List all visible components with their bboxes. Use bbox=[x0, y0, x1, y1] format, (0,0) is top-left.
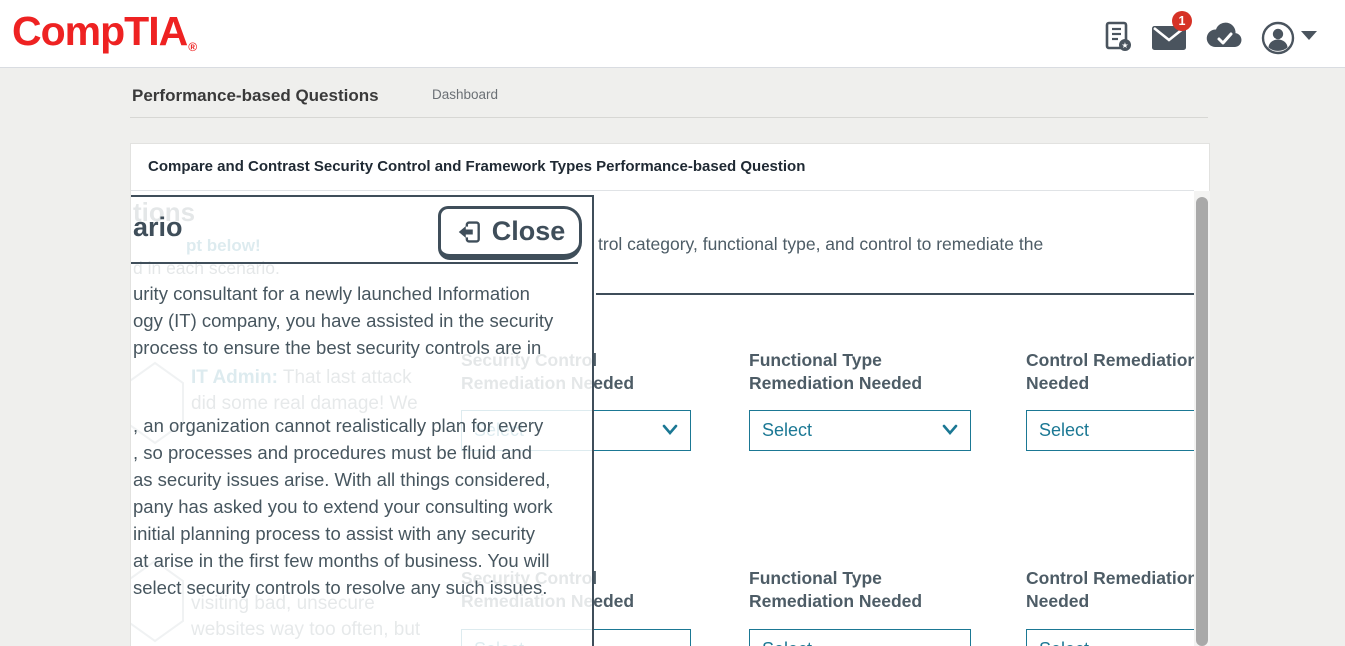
question-card: tions pt below! trol category, functiona… bbox=[130, 143, 1210, 646]
modal-paragraph-line: ogy (IT) company, you have assisted in t… bbox=[133, 310, 553, 332]
chevron-down-icon bbox=[942, 424, 958, 436]
control-remediation-select[interactable]: Select bbox=[1026, 410, 1194, 451]
modal-paragraph-line: select security controls to resolve any … bbox=[133, 577, 547, 599]
page-title: Performance-based Questions bbox=[132, 86, 379, 106]
label-control-remediation: Control RemediationNeeded bbox=[1026, 567, 1194, 613]
registered-mark: ® bbox=[188, 40, 196, 54]
instruction-text: trol category, functional type, and cont… bbox=[598, 234, 1043, 255]
modal-paragraph-line: , an organization cannot realistically p… bbox=[133, 415, 543, 437]
cloud-check-icon[interactable] bbox=[1205, 20, 1241, 56]
modal-title-divider bbox=[131, 262, 578, 264]
label-functional-type: Functional TypeRemediation Needed bbox=[749, 349, 922, 395]
section-divider bbox=[596, 293, 1194, 295]
modal-paragraph-line: at arise in the first few months of busi… bbox=[133, 550, 549, 572]
svg-text:★: ★ bbox=[1121, 41, 1128, 50]
card-content-clip: tions pt below! trol category, functiona… bbox=[131, 144, 1194, 646]
scrollbar-thumb[interactable] bbox=[1196, 197, 1208, 646]
modal-title-fragment: ario bbox=[133, 212, 183, 243]
scenario-modal: ario Close urity consultant for a newly … bbox=[131, 195, 594, 646]
page-divider bbox=[130, 117, 1208, 118]
modal-paragraph-line: process to ensure the best security cont… bbox=[133, 337, 541, 359]
mail-unread-badge: 1 bbox=[1172, 11, 1192, 31]
question-title: Compare and Contrast Security Control an… bbox=[148, 158, 805, 175]
control-remediation-select[interactable]: Select bbox=[1026, 629, 1194, 646]
modal-paragraph-line: pany has asked you to extend your consul… bbox=[133, 496, 553, 518]
close-button-label: Close bbox=[492, 216, 566, 247]
notes-icon[interactable]: ★ bbox=[1101, 20, 1137, 56]
chevron-down-icon bbox=[662, 424, 678, 436]
mail-icon[interactable]: 1 bbox=[1150, 20, 1186, 56]
question-title-bar: Compare and Contrast Security Control an… bbox=[131, 144, 1194, 191]
modal-paragraph-line: , so processes and procedures must be fl… bbox=[133, 442, 532, 464]
close-button[interactable]: Close bbox=[438, 206, 582, 260]
account-icon[interactable] bbox=[1260, 20, 1296, 56]
modal-paragraph-line: urity consultant for a newly launched In… bbox=[133, 283, 530, 305]
caret-down-icon[interactable] bbox=[1301, 31, 1317, 40]
modal-paragraph-line: initial planning process to assist with … bbox=[133, 523, 535, 545]
exit-icon bbox=[455, 218, 483, 246]
comptia-logo[interactable]: CompTIA® bbox=[12, 8, 195, 55]
modal-paragraph-line: as security issues arise. With all thing… bbox=[133, 469, 550, 491]
label-control-remediation: Control RemediationNeeded bbox=[1026, 349, 1194, 395]
scrollbar-track[interactable] bbox=[1194, 191, 1210, 646]
app-header: CompTIA® ★ 1 bbox=[0, 0, 1345, 68]
functional-type-select[interactable]: Select bbox=[749, 410, 971, 451]
label-functional-type: Functional TypeRemediation Needed bbox=[749, 567, 922, 613]
breadcrumb-dashboard[interactable]: Dashboard bbox=[432, 87, 498, 102]
brand-text: CompTIA bbox=[12, 8, 187, 54]
functional-type-select[interactable]: Select bbox=[749, 629, 971, 646]
